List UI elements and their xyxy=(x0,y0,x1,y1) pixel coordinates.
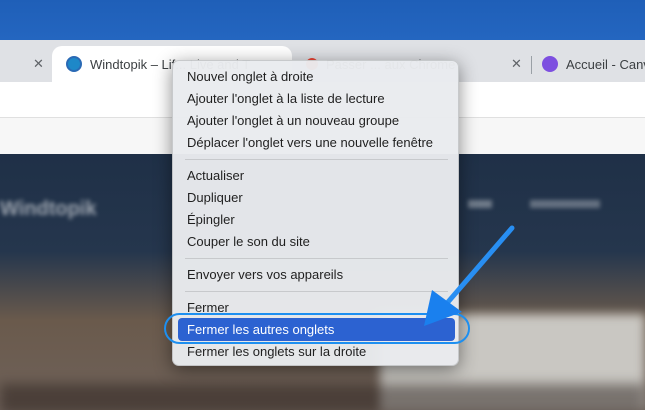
annotation-arrow-icon xyxy=(424,225,515,326)
annotation-arrow-shaft xyxy=(445,225,515,305)
